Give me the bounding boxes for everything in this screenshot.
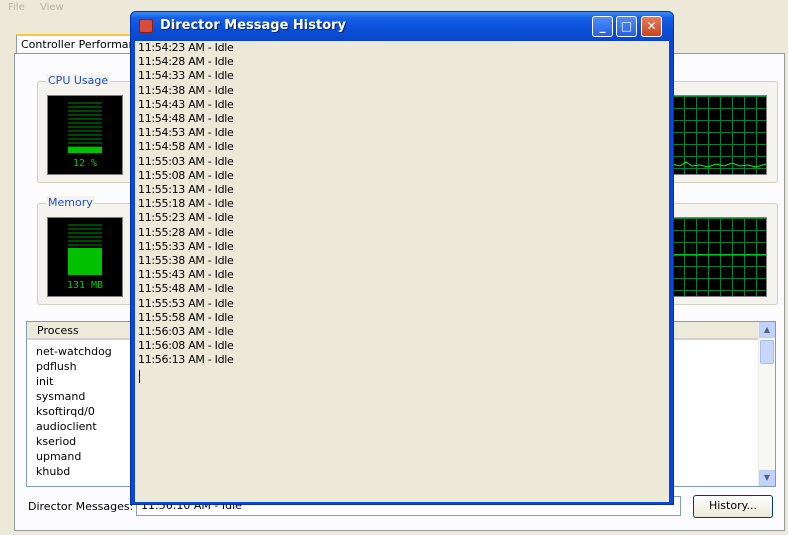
list-item[interactable]: sysmand [36,389,85,404]
message-line: 11:54:58 AM - Idle [138,140,234,154]
dialog-title: Director Message History [160,18,347,33]
cpu-meter-fill [68,147,102,153]
director-messages-label: Director Messages: [28,500,134,513]
message-line: 11:54:53 AM - Idle [138,126,234,140]
column-header-process[interactable]: Process [37,324,79,337]
message-line: 11:54:38 AM - Idle [138,83,234,97]
message-line: 11:54:33 AM - Idle [138,69,234,83]
menu-file[interactable]: File [8,2,25,13]
message-line: 11:55:03 AM - Idle [138,154,234,168]
process-list-scrollbar[interactable]: ▲ ▼ [758,322,775,486]
memory-title: Memory [46,196,95,209]
memory-history-line [672,254,766,256]
message-line: 11:55:13 AM - Idle [138,183,234,196]
list-item[interactable]: upmand [36,449,81,464]
memory-history-group [660,203,778,305]
message-line: 11:54:28 AM - Idle [138,55,234,69]
maximize-icon[interactable]: □ [616,16,637,37]
tab-controller-performance[interactable]: Controller Performance [16,34,148,54]
memory-meter: 131 MB [47,217,123,297]
memory-group: Memory 131 MB [37,196,135,305]
close-icon[interactable]: ✕ [641,16,662,37]
scroll-thumb[interactable] [760,340,774,364]
dialog-title-bar[interactable]: Director Message History _ □ ✕ [131,12,673,41]
memory-value: 131 MB [66,280,104,291]
message-history-textarea[interactable]: 11:54:23 AM - Idle 11:54:28 AM - Idle 11:5… [135,41,669,502]
list-item[interactable]: ksoftirqd/0 [36,404,95,419]
message-line: 11:54:23 AM - Idle [138,41,234,54]
cpu-meter: 12 % [47,95,123,175]
message-line: 11:55:38 AM - Idle [138,254,234,267]
message-line: 11:54:43 AM - Idle [138,97,234,111]
list-item[interactable]: khubd [36,464,70,479]
cpu-value: 12 % [72,158,98,169]
cpu-history-graph [671,95,767,175]
list-item[interactable]: kseriod [36,434,76,449]
cpu-history-group [660,81,778,183]
message-line: 11:55:23 AM - Idle [138,211,234,225]
list-item[interactable]: init [36,374,53,389]
message-line: 11:55:28 AM - Idle [138,225,234,239]
message-line: 11:55:58 AM - Idle [138,310,234,324]
minimize-icon[interactable]: _ [592,16,613,37]
history-button[interactable]: History... [693,495,773,518]
memory-history-graph [671,217,767,297]
scroll-up-icon[interactable]: ▲ [759,322,775,338]
message-line: 11:55:43 AM - Idle [138,268,234,282]
message-line: 11:56:13 AM - Idle [138,353,234,367]
message-line: 11:55:08 AM - Idle [138,168,234,182]
message-line: 11:55:48 AM - Idle [138,282,234,296]
message-history-dialog: Director Message History _ □ ✕ 11:54:23 … [130,11,674,505]
list-item[interactable]: audioclient [36,419,97,434]
cpu-usage-title: CPU Usage [46,74,111,87]
message-line: 11:55:18 AM - Idle [138,197,234,211]
list-item[interactable]: pdflush [36,359,77,374]
message-line: 11:55:53 AM - Idle [138,296,234,310]
message-line: 11:56:08 AM - Idle [138,339,234,353]
list-item[interactable]: net-watchdog [36,344,112,359]
app-icon [139,19,153,33]
menu-view[interactable]: View [40,2,64,13]
message-line: 11:56:03 AM - Idle [138,325,234,338]
message-line: 11:55:33 AM - Idle [138,239,234,253]
scroll-down-icon[interactable]: ▼ [759,470,775,486]
message-line: 11:54:48 AM - Idle [138,112,234,125]
text-caret [139,369,140,383]
cpu-history-line [672,161,766,168]
memory-meter-fill [68,248,102,275]
cpu-usage-group: CPU Usage 12 % [37,74,135,183]
